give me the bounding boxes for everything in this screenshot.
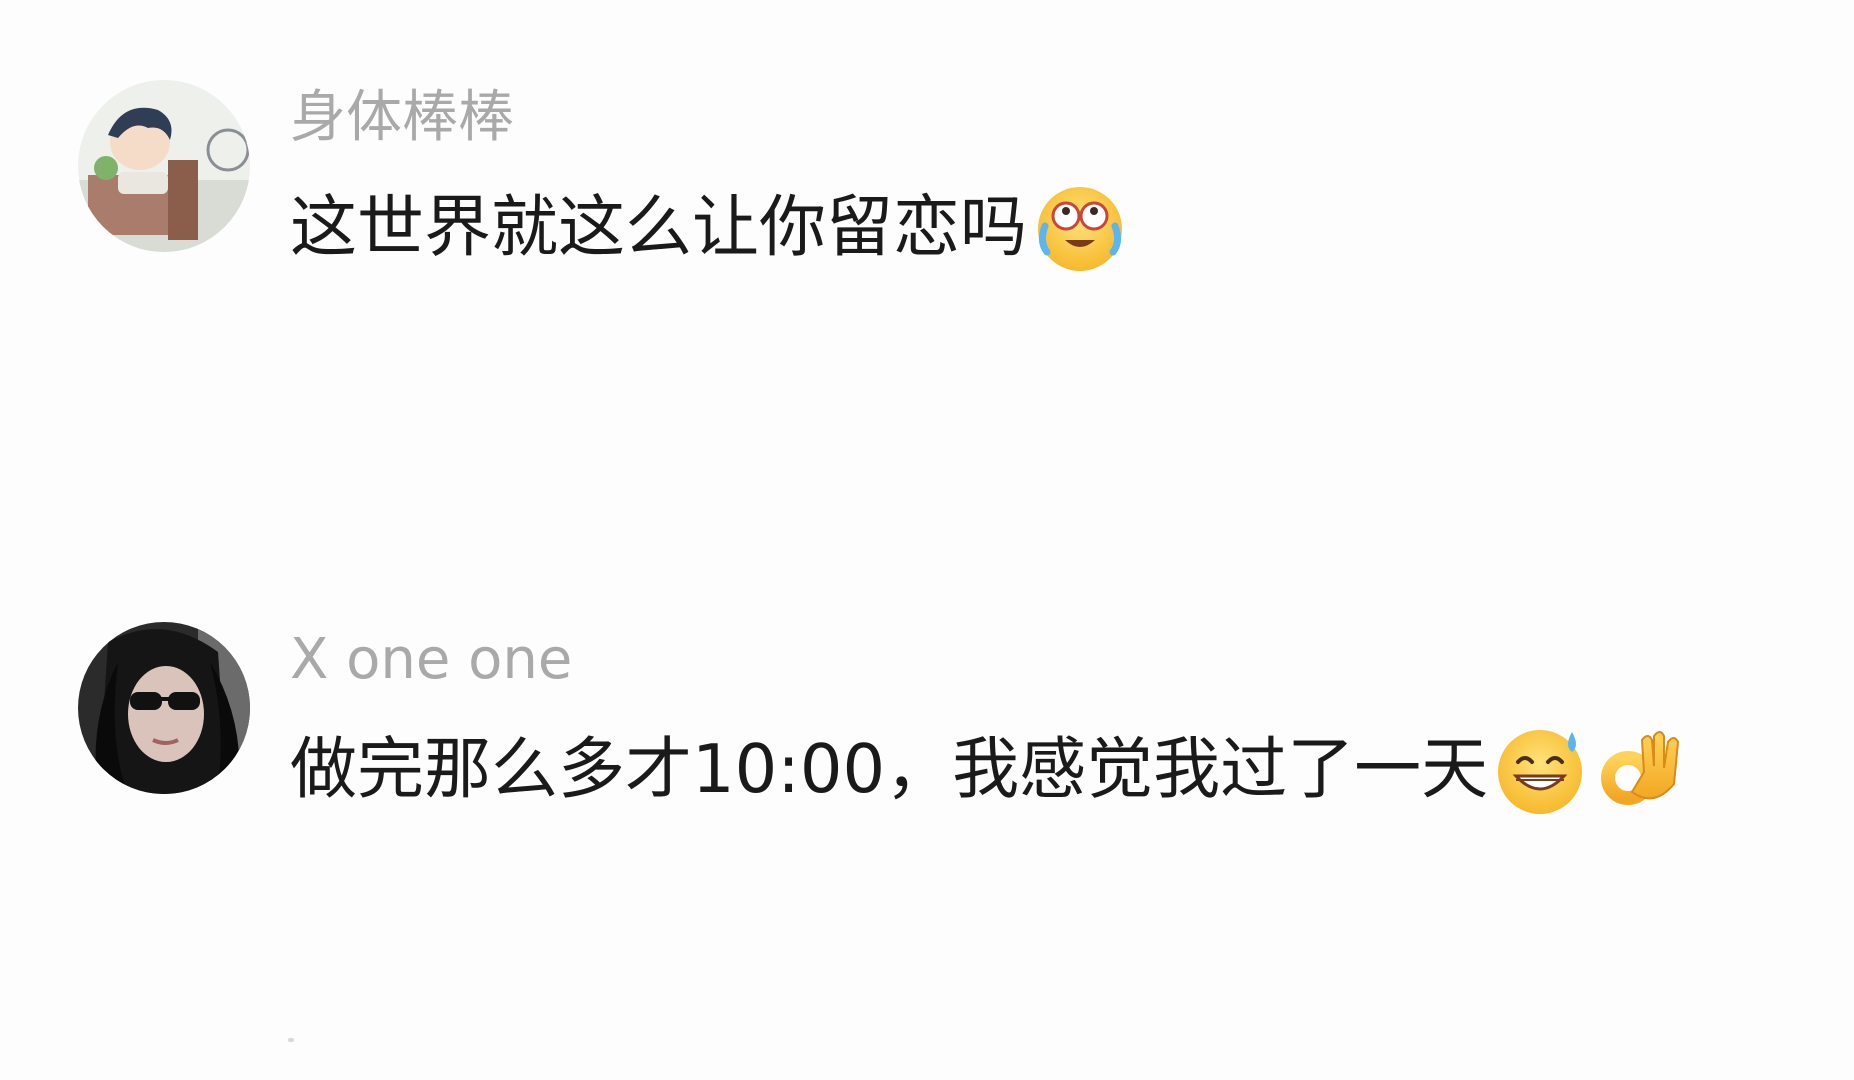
comment-text: 这世界就这么让你留恋吗 <box>290 188 1027 266</box>
avatar-anime-boy[interactable] <box>78 80 250 252</box>
avatar-woman-sunglasses[interactable] <box>78 622 250 794</box>
ok-hand-emoji-icon <box>1594 722 1688 816</box>
comment-username[interactable]: 身体棒棒 <box>290 80 514 156</box>
laughing-crying-emoji-icon <box>1033 180 1127 274</box>
comment-text-row: 这世界就这么让你留恋吗 <box>290 180 1127 274</box>
comment-text-row: 做完那么多才10:00，我感觉我过了一天 <box>290 722 1688 816</box>
comment-username[interactable]: X one one <box>290 622 572 698</box>
comment-text: 做完那么多才10:00，我感觉我过了一天 <box>290 730 1489 808</box>
sweat-grin-emoji-icon <box>1494 722 1588 816</box>
divider-dot <box>288 1038 294 1042</box>
